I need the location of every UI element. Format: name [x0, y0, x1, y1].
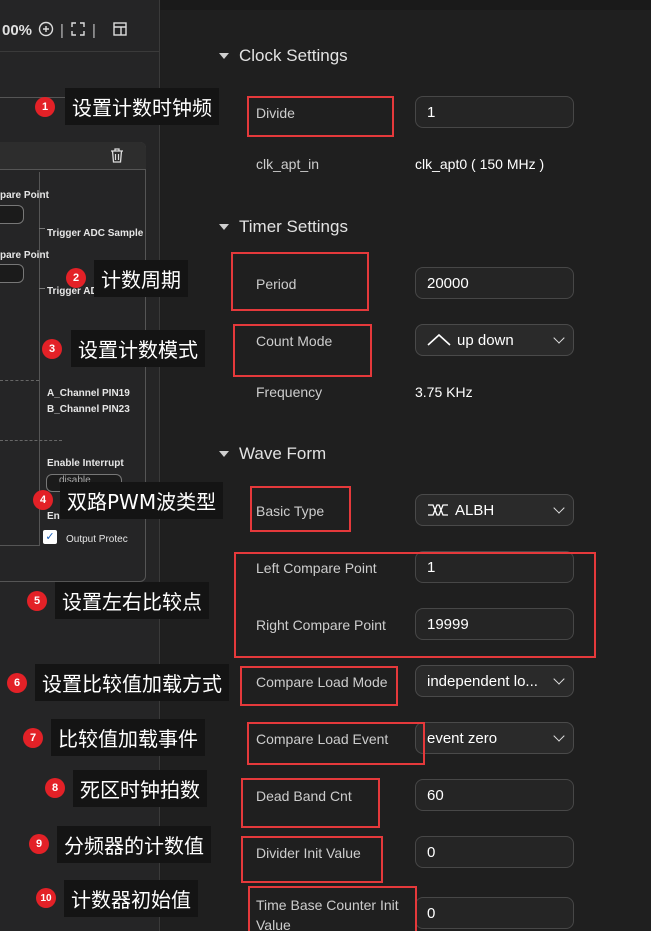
period-value: 20000 — [427, 274, 469, 292]
collapse-caret-icon — [219, 451, 229, 457]
highlight-box — [240, 666, 398, 706]
highlight-box — [241, 778, 380, 828]
output-protect-label: Output Protec — [66, 534, 128, 545]
output-protect-checkbox[interactable]: ✓ — [43, 530, 57, 544]
divide-value: 1 — [427, 103, 436, 121]
divider-init-value: 0 — [427, 843, 436, 861]
annotation-badge: 6 — [7, 673, 27, 693]
highlight-box — [241, 836, 383, 883]
highlight-box — [234, 552, 596, 658]
compare-point-label: pare Point — [0, 190, 49, 201]
frequency-value: 3.75 KHz — [415, 384, 473, 400]
collapse-caret-icon — [219, 53, 229, 59]
zoom-level[interactable]: 00% — [2, 22, 32, 39]
count-mode-value: up down — [457, 331, 514, 349]
annotation-badge: 2 — [66, 268, 86, 288]
compare-point-input[interactable] — [0, 205, 24, 224]
canvas-toolbar: 00% | | — [0, 10, 159, 52]
collapse-caret-icon — [219, 224, 229, 230]
b-channel-label: B_Channel PIN23 — [47, 404, 130, 415]
toolbar-divider: | — [60, 22, 64, 39]
compare-point-input[interactable] — [0, 264, 24, 283]
tb-counter-init-value: 0 — [427, 904, 436, 922]
annotation-badge: 1 — [35, 97, 55, 117]
compare-load-event-value: event zero — [427, 729, 498, 747]
basic-type-select[interactable]: ALBH — [415, 494, 574, 526]
section-title: Clock Settings — [239, 46, 348, 65]
annotation-badge: 8 — [45, 778, 65, 798]
annotation-badge: 3 — [42, 339, 62, 359]
annotation-badge: 9 — [29, 834, 49, 854]
annotation-badge: 5 — [27, 591, 47, 611]
divider-init-input[interactable]: 0 — [415, 836, 574, 868]
panel-layout-icon[interactable] — [112, 21, 128, 40]
annotation-note: 计数器初始值 — [64, 880, 198, 917]
annotation-note: 双路PWM波类型 — [60, 482, 224, 519]
connector-line — [39, 288, 45, 289]
dead-band-cnt-value: 60 — [427, 786, 444, 804]
chevron-down-icon — [553, 502, 565, 514]
compare-load-mode-select[interactable]: independent lo... — [415, 665, 574, 697]
highlight-box — [233, 324, 372, 377]
annotation-note: 计数周期 — [94, 260, 188, 297]
chevron-down-icon — [553, 730, 565, 742]
enable-interrupt-label: Enable Interrupt — [47, 458, 124, 469]
section-wave-form[interactable]: Wave Form — [219, 444, 326, 464]
chevron-down-icon — [553, 673, 565, 685]
section-title: Wave Form — [239, 444, 327, 463]
chevron-down-icon — [553, 332, 565, 344]
highlight-box — [250, 486, 351, 532]
highlight-box — [247, 96, 394, 137]
annotation-note: 设置比较值加载方式 — [35, 664, 229, 701]
dead-band-cnt-input[interactable]: 60 — [415, 779, 574, 811]
annotation-note: 死区时钟拍数 — [73, 770, 207, 807]
annotation-note: 设置计数模式 — [71, 330, 205, 367]
compare-point-label: pare Point — [0, 250, 49, 261]
dashed-separator — [0, 440, 62, 441]
block-internal-line — [0, 545, 40, 546]
highlight-box — [248, 886, 417, 931]
basic-type-value: ALBH — [455, 501, 495, 519]
toolbar-divider: | — [91, 22, 96, 39]
connector-line — [39, 228, 45, 229]
section-timer-settings[interactable]: Timer Settings — [219, 217, 348, 237]
trash-icon[interactable] — [109, 147, 125, 167]
compare-load-event-select[interactable]: event zero — [415, 722, 574, 754]
fullscreen-icon[interactable] — [70, 21, 86, 40]
up-down-wave-icon — [427, 333, 451, 346]
settings-pane — [161, 10, 651, 931]
highlight-box — [247, 722, 425, 765]
annotation-note: 设置计数时钟频 — [65, 88, 219, 125]
annotation-note: 分频器的计数值 — [57, 826, 211, 863]
clk-apt-in-label: clk_apt_in — [256, 156, 320, 172]
annotation-badge: 4 — [33, 490, 53, 510]
compare-load-mode-value: independent lo... — [427, 672, 538, 690]
zoom-in-icon[interactable] — [38, 21, 54, 40]
count-mode-select[interactable]: up down — [415, 324, 574, 356]
period-input[interactable]: 20000 — [415, 267, 574, 299]
section-clock-settings[interactable]: Clock Settings — [219, 46, 348, 66]
annotation-badge: 7 — [23, 728, 43, 748]
section-title: Timer Settings — [239, 217, 348, 236]
annotation-note: 设置左右比较点 — [55, 582, 209, 619]
frequency-label: Frequency — [256, 384, 323, 400]
albh-wave-icon — [428, 504, 448, 516]
highlight-box — [231, 252, 369, 311]
annotation-badge: 10 — [36, 888, 56, 908]
tb-counter-init-input[interactable]: 0 — [415, 897, 574, 929]
trigger-adc-label: Trigger ADC Sample — [47, 228, 144, 239]
divide-input[interactable]: 1 — [415, 96, 574, 128]
annotation-note: 比较值加载事件 — [51, 719, 205, 756]
dashed-separator — [0, 380, 39, 381]
a-channel-label: A_Channel PIN19 — [47, 388, 130, 399]
clk-apt-in-value: clk_apt0 ( 150 MHz ) — [415, 156, 545, 172]
